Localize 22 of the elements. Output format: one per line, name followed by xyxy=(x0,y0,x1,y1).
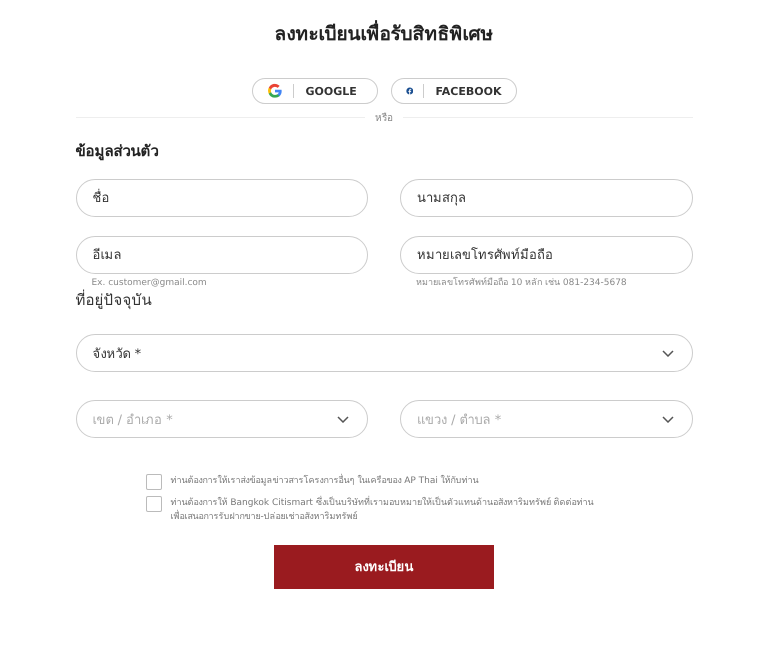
input-field[interactable]: ชื่อ xyxy=(76,179,368,217)
chevron-down-icon xyxy=(662,416,674,422)
input-field[interactable]: นามสกุล xyxy=(400,179,692,217)
input-field[interactable]: อีเมล xyxy=(76,236,368,274)
chevron-down-icon xyxy=(662,350,674,356)
dropdown-field[interactable]: จังหวัด * xyxy=(76,334,692,372)
section-heading: ที่อยู่ปัจจุบัน xyxy=(76,288,152,312)
field-hint: Ex. customer@gmail.com xyxy=(92,278,207,289)
checkbox[interactable] xyxy=(146,474,162,490)
social-login-button[interactable]: GOOGLE xyxy=(252,78,378,104)
section-heading: ข้อมูลส่วนตัว xyxy=(76,141,160,162)
checkbox[interactable] xyxy=(146,496,162,512)
consent-text: ท่านต้องการให้เราส่งข้อมูลข่าวสารโครงการอื่นๆ ในเครือของ AP Thai ให้กับท่าน xyxy=(170,474,479,488)
field-hint: หมายเลขโทรศัพท์มือถือ 10 หลัก เช่น 081-234-5678 xyxy=(416,278,627,289)
register-button[interactable]: ลงทะเบียน xyxy=(274,544,494,589)
divider-text: หรือ xyxy=(375,112,393,125)
google-icon xyxy=(266,83,282,99)
consent-text: ท่านต้องการให้ Bangkok Citismart ซึ่งเป็นบริษัทที่เรามอบหมายให้เป็นตัวแทนด้านอสังหาริมทรัพย์ ติดต่อท่านเพื่อเสนอการรับฝากขาย-ปล่อยเช่าอสังหาริมทรัพย์ xyxy=(170,496,606,525)
input-field[interactable]: หมายเลขโทรศัพท์มือถือ xyxy=(400,236,692,274)
social-login-button[interactable]: FACEBOOK xyxy=(390,78,516,104)
chevron-down-icon xyxy=(337,416,349,422)
form-title: ลงทะเบียนเพื่อรับสิทธิพิเศษ xyxy=(76,18,692,52)
